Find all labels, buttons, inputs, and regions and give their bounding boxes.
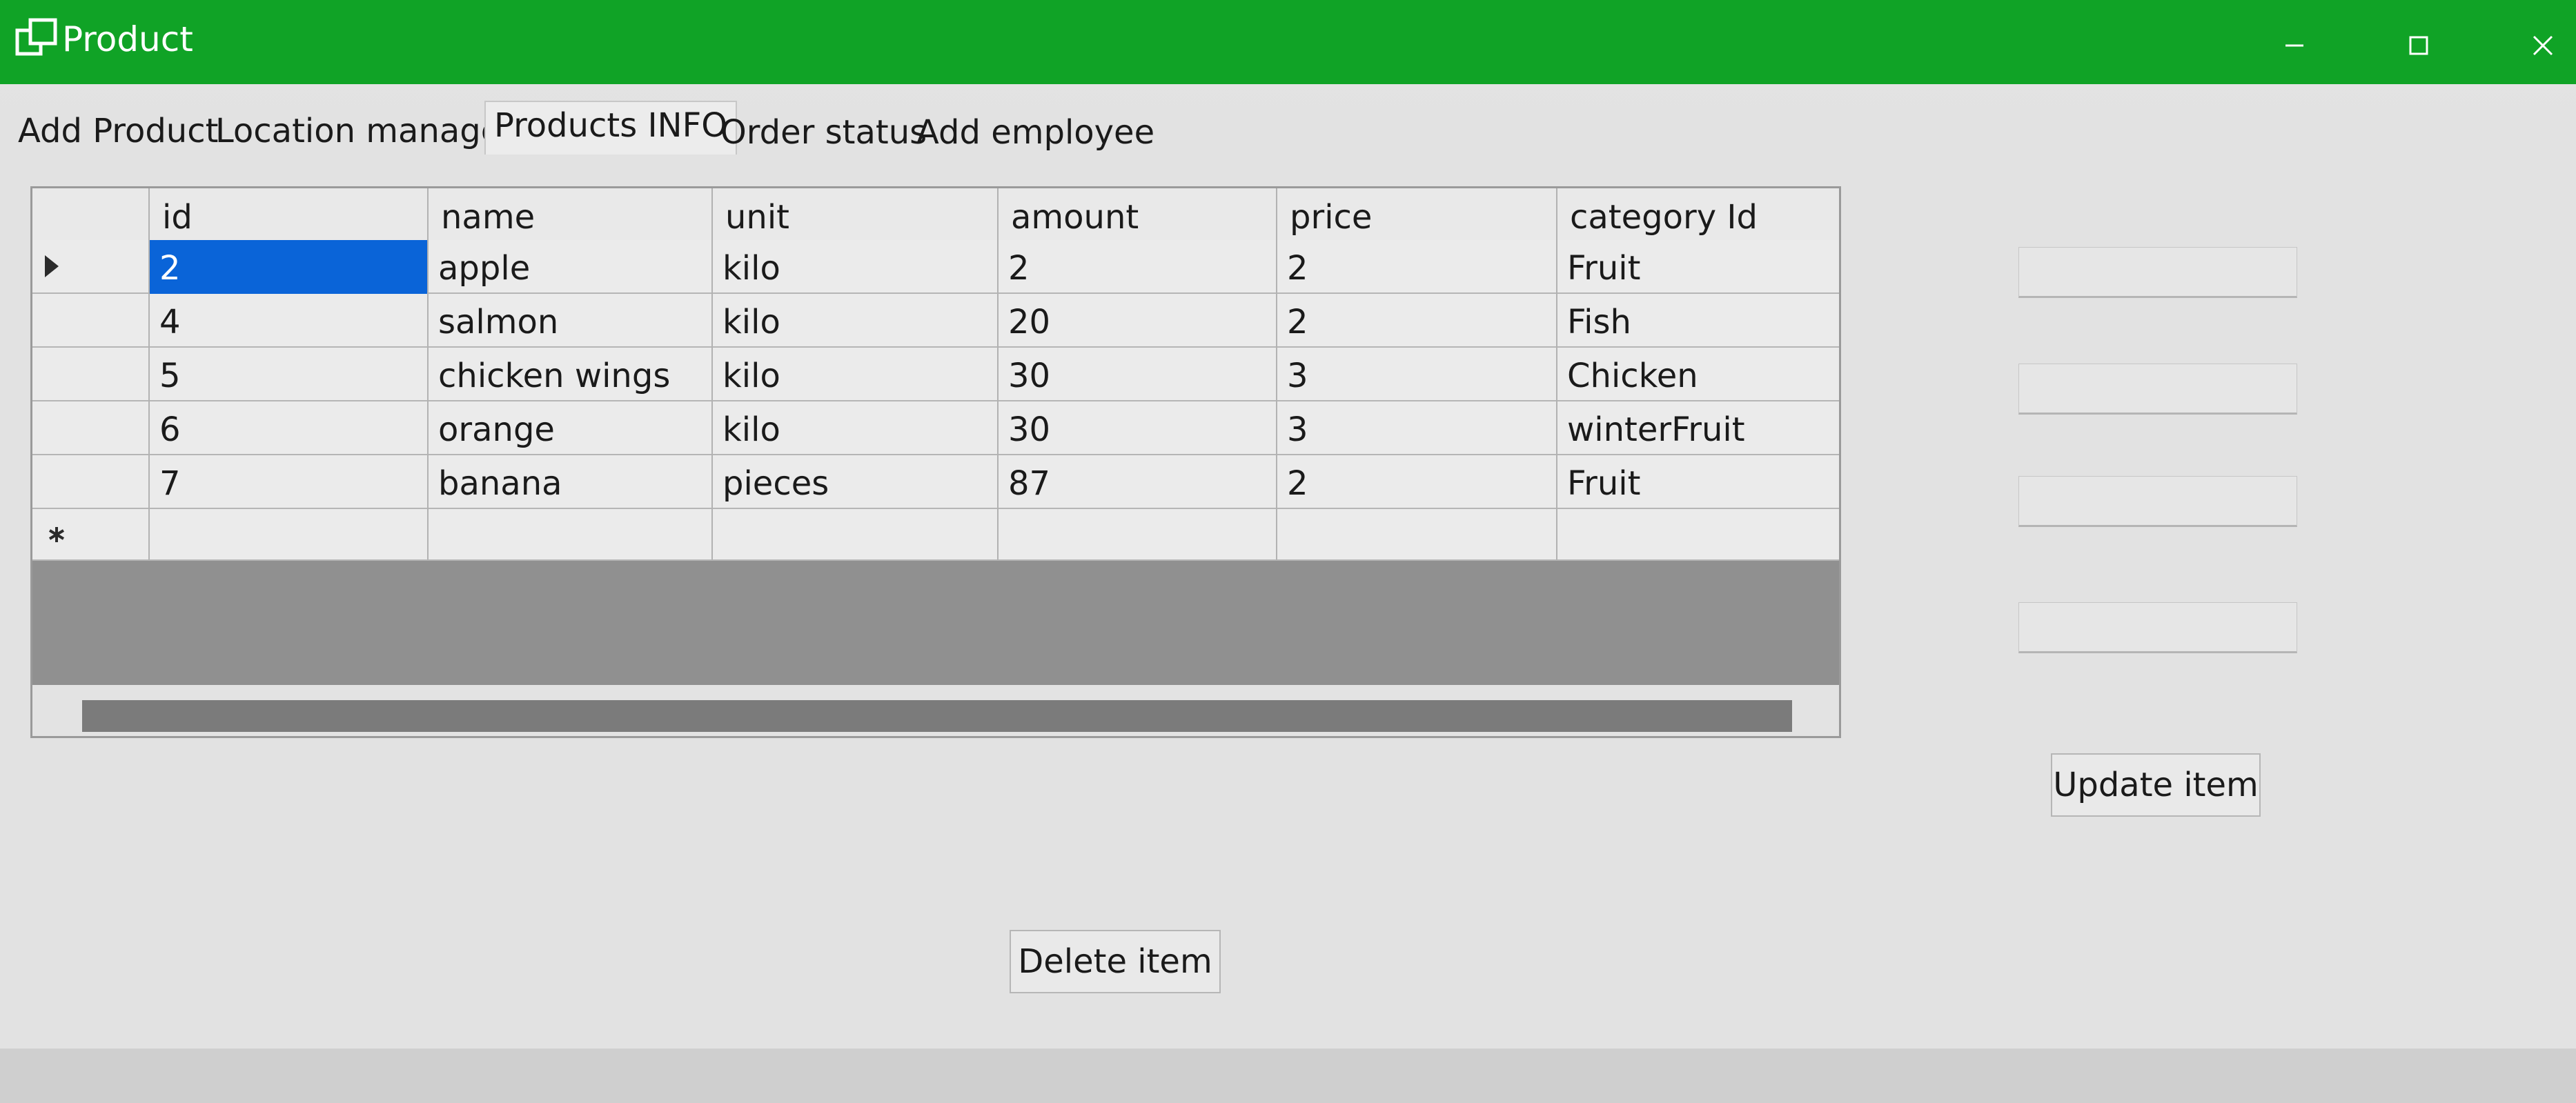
cell-amount[interactable]: 20 <box>999 294 1277 348</box>
cell-category-id[interactable]: Fish <box>1557 294 1839 348</box>
grid-empty-area <box>32 561 1839 685</box>
cell-unit[interactable]: kilo <box>713 401 999 455</box>
tab-add-employee[interactable]: Add employee <box>916 113 1154 152</box>
row-header[interactable] <box>32 401 150 455</box>
cell-name[interactable]: salmon <box>429 294 713 348</box>
cell-id[interactable]: 5 <box>150 348 429 401</box>
cell-id[interactable]: 2 <box>150 240 429 294</box>
cell-amount[interactable]: 87 <box>999 455 1277 509</box>
new-cell-category-id[interactable] <box>1557 509 1839 561</box>
grid-header-row: id name unit amount price category Id <box>32 188 1839 241</box>
maximize-button[interactable] <box>2388 19 2450 74</box>
cell-unit[interactable]: pieces <box>713 455 999 509</box>
minimize-button[interactable] <box>2263 19 2326 74</box>
tab-products-info[interactable]: Products INFO <box>484 101 737 155</box>
column-header-price[interactable]: price <box>1277 188 1557 240</box>
column-header-amount[interactable]: amount <box>999 188 1277 240</box>
cell-unit[interactable]: kilo <box>713 240 999 294</box>
table-row[interactable]: 5 chicken wings kilo 30 3 Chicken <box>32 348 1839 401</box>
update-item-button[interactable]: Update item <box>2051 753 2261 817</box>
cell-unit[interactable]: kilo <box>713 348 999 401</box>
row-header[interactable] <box>32 509 150 561</box>
cell-name[interactable]: apple <box>429 240 713 294</box>
new-cell-price[interactable] <box>1277 509 1557 561</box>
cell-name[interactable]: banana <box>429 455 713 509</box>
new-cell-unit[interactable] <box>713 509 999 561</box>
cell-name[interactable]: chicken wings <box>429 348 713 401</box>
table-row[interactable]: 6 orange kilo 30 3 winterFruit <box>32 401 1839 455</box>
row-header[interactable] <box>32 455 150 509</box>
grid-corner-header[interactable] <box>32 188 150 240</box>
cell-price[interactable]: 2 <box>1277 455 1557 509</box>
tab-order-status[interactable]: Order status <box>720 113 927 152</box>
row-header[interactable] <box>32 240 150 294</box>
column-header-name[interactable]: name <box>429 188 713 240</box>
title-bar[interactable]: Product <box>0 0 2576 84</box>
new-row-asterisk-icon <box>48 526 66 546</box>
horizontal-scrollbar[interactable] <box>32 685 1839 736</box>
horizontal-scrollbar-thumb[interactable] <box>82 700 1792 732</box>
cell-amount[interactable]: 30 <box>999 348 1277 401</box>
cell-amount[interactable]: 30 <box>999 401 1277 455</box>
table-row[interactable]: 2 apple kilo 2 2 Fruit <box>32 240 1839 294</box>
cell-category-id[interactable]: winterFruit <box>1557 401 1839 455</box>
tab-strip: Add Product Location manager Products IN… <box>0 84 2576 167</box>
cell-unit[interactable]: kilo <box>713 294 999 348</box>
cell-id[interactable]: 6 <box>150 401 429 455</box>
window-app-icon <box>15 18 59 58</box>
tab-add-product[interactable]: Add Product <box>18 112 218 150</box>
new-cell-id[interactable] <box>150 509 429 561</box>
new-cell-name[interactable] <box>429 509 713 561</box>
cell-amount[interactable]: 2 <box>999 240 1277 294</box>
close-button[interactable] <box>2512 19 2574 74</box>
delete-item-button[interactable]: Delete item <box>1010 930 1221 993</box>
maximize-icon <box>2408 35 2429 59</box>
column-header-category-id[interactable]: category Id <box>1557 188 1839 240</box>
cell-category-id[interactable]: Chicken <box>1557 348 1839 401</box>
window-bottom-edge <box>0 1049 2576 1103</box>
row-header[interactable] <box>32 348 150 401</box>
cell-price[interactable]: 2 <box>1277 240 1557 294</box>
cell-id[interactable]: 4 <box>150 294 429 348</box>
cell-category-id[interactable]: Fruit <box>1557 240 1839 294</box>
cell-price[interactable]: 2 <box>1277 294 1557 348</box>
column-header-unit[interactable]: unit <box>713 188 999 240</box>
table-row[interactable]: 7 banana pieces 87 2 Fruit <box>32 455 1839 509</box>
edit-field-1[interactable] <box>2018 247 2297 298</box>
tab-location-manager[interactable]: Location manager <box>215 112 515 150</box>
edit-field-4[interactable] <box>2018 602 2297 653</box>
table-row[interactable]: 4 salmon kilo 20 2 Fish <box>32 294 1839 348</box>
edit-field-3[interactable] <box>2018 476 2297 527</box>
product-window: Product Add Product Location manager Pro… <box>0 0 2576 1103</box>
new-cell-amount[interactable] <box>999 509 1277 561</box>
cell-price[interactable]: 3 <box>1277 401 1557 455</box>
cell-name[interactable]: orange <box>429 401 713 455</box>
cell-category-id[interactable]: Fruit <box>1557 455 1839 509</box>
cell-id[interactable]: 7 <box>150 455 429 509</box>
column-header-id[interactable]: id <box>150 188 429 240</box>
current-row-arrow-icon <box>43 254 60 281</box>
window-title: Product <box>62 19 193 59</box>
row-header[interactable] <box>32 294 150 348</box>
cell-price[interactable]: 3 <box>1277 348 1557 401</box>
new-row[interactable] <box>32 509 1839 561</box>
edit-field-2[interactable] <box>2018 364 2297 415</box>
products-grid[interactable]: id name unit amount price category Id 2 … <box>30 186 1841 738</box>
minimize-icon <box>2284 35 2305 59</box>
close-icon <box>2532 34 2554 59</box>
